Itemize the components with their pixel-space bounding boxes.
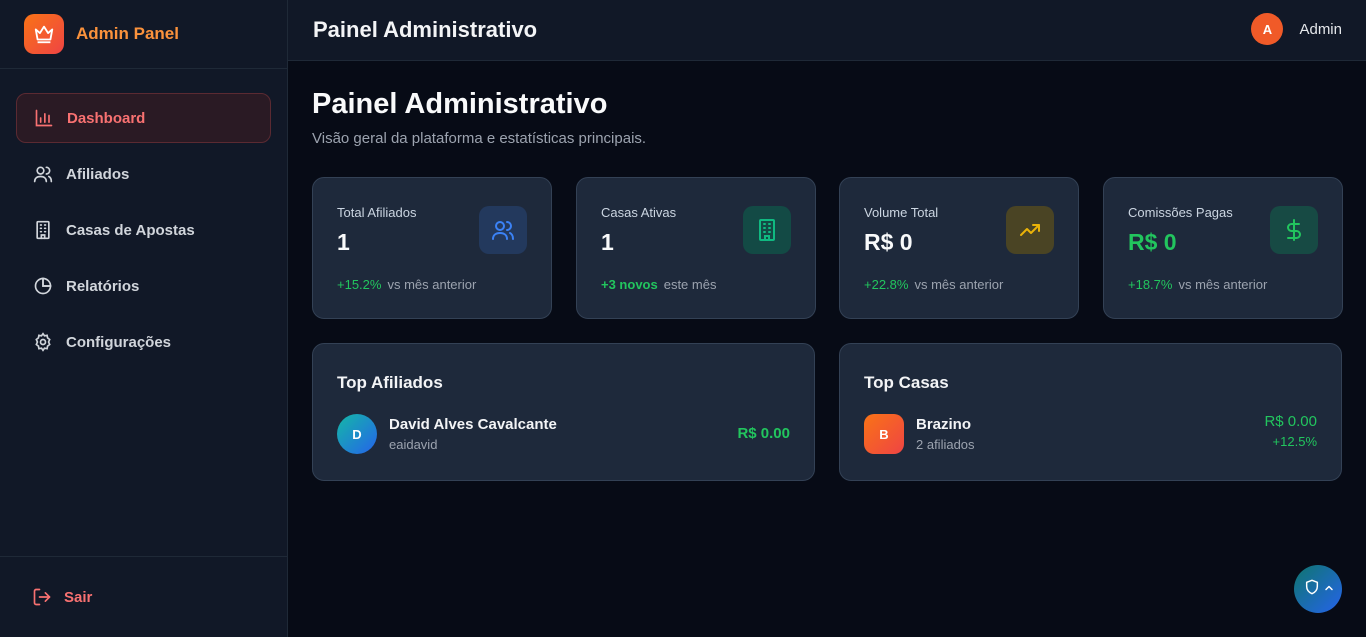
sidebar-nav: Dashboard Afiliados Casas de Apostas Rel… — [0, 69, 287, 367]
house-affiliates: 2 afiliados — [916, 437, 975, 452]
users-icon — [479, 206, 527, 254]
user-menu[interactable]: A Admin — [1251, 13, 1342, 45]
stat-footer: +18.7% vs mês anterior — [1128, 277, 1267, 292]
stat-delta: +3 novos — [601, 277, 658, 292]
bar-chart-icon — [34, 108, 54, 128]
building-icon — [33, 220, 53, 240]
logout-label: Sair — [64, 588, 93, 606]
sidebar-item-casas-de-apostas[interactable]: Casas de Apostas — [16, 205, 271, 255]
list-item[interactable]: B Brazino 2 afiliados R$ 0.00 +12.5% — [864, 413, 1317, 454]
top-panels: Top Afiliados D David Alves Cavalcante e… — [312, 343, 1342, 481]
page-title: Painel Administrativo — [312, 88, 608, 120]
stat-note: vs mês anterior — [914, 277, 1004, 292]
sidebar-item-configuracoes[interactable]: Configurações — [16, 317, 271, 367]
panel-title: Top Afiliados — [337, 373, 443, 392]
sidebar-item-dashboard[interactable]: Dashboard — [16, 93, 271, 143]
dollar-icon — [1270, 206, 1318, 254]
stat-card-volume-total: Volume Total R$ 0 +22.8% vs mês anterior — [839, 177, 1079, 319]
stat-delta: +15.2% — [337, 277, 382, 292]
sidebar-item-label: Dashboard — [67, 109, 146, 127]
floating-action-button[interactable] — [1294, 565, 1342, 613]
main-content: Painel Administrativo Visão geral da pla… — [312, 61, 1343, 481]
gear-icon — [33, 332, 53, 352]
house-name: Brazino — [916, 416, 972, 433]
stat-delta: +22.8% — [864, 277, 909, 292]
header-title: Painel Administrativo — [313, 17, 538, 42]
avatar: A — [1251, 13, 1284, 45]
stat-card-comissoes-pagas: Comissões Pagas R$ 0 +18.7% vs mês anteri… — [1103, 177, 1343, 319]
chevron-up-icon — [1323, 581, 1335, 599]
sidebar: Admin Panel Dashboard Afiliados Casas de… — [0, 0, 288, 637]
stat-note: vs mês anterior — [1178, 277, 1268, 292]
panel-title: Top Casas — [864, 373, 949, 392]
users-icon — [33, 164, 53, 184]
page-subtitle: Visão geral da plataforma e estatísticas… — [312, 130, 647, 147]
sidebar-item-relatorios[interactable]: Relatórios — [16, 261, 271, 311]
list-item-text: Brazino 2 afiliados — [916, 416, 975, 452]
topbar: Painel Administrativo A Admin — [288, 0, 1366, 61]
logout-icon — [32, 587, 52, 607]
avatar: B — [864, 414, 904, 454]
house-metrics: R$ 0.00 +12.5% — [1264, 413, 1317, 449]
affiliate-name: David Alves Cavalcante — [389, 416, 557, 433]
stat-footer: +15.2% vs mês anterior — [337, 277, 476, 292]
house-growth: +12.5% — [1272, 434, 1317, 449]
avatar: D — [337, 414, 377, 454]
top-casas-panel: Top Casas B Brazino 2 afiliados R$ 0.00 … — [839, 343, 1342, 481]
stat-note: vs mês anterior — [387, 277, 477, 292]
trending-up-icon — [1006, 206, 1054, 254]
house-amount: R$ 0.00 — [1264, 413, 1317, 430]
shield-icon — [1304, 579, 1320, 600]
sidebar-item-label: Casas de Apostas — [66, 221, 195, 239]
brand-title: Admin Panel — [76, 24, 179, 43]
stat-card-casas-ativas: Casas Ativas 1 +3 novos este mês — [576, 177, 816, 319]
crown-icon — [24, 14, 64, 54]
building-icon — [743, 206, 791, 254]
user-name: Admin — [1299, 20, 1342, 38]
pie-chart-icon — [33, 276, 53, 296]
brand: Admin Panel — [0, 0, 287, 69]
stats-grid: Total Afiliados 1 +15.2% vs mês anterior … — [312, 177, 1343, 319]
sidebar-item-label: Configurações — [66, 333, 172, 351]
list-item-text: David Alves Cavalcante eaidavid — [389, 416, 557, 452]
sidebar-item-label: Afiliados — [66, 165, 130, 183]
stat-footer: +3 novos este mês — [601, 277, 716, 292]
stat-note: este mês — [663, 277, 717, 292]
top-afiliados-panel: Top Afiliados D David Alves Cavalcante e… — [312, 343, 815, 481]
stat-footer: +22.8% vs mês anterior — [864, 277, 1003, 292]
affiliate-amount: R$ 0.00 — [737, 425, 790, 442]
sidebar-item-label: Relatórios — [66, 277, 140, 295]
affiliate-handle: eaidavid — [389, 437, 438, 452]
stat-delta: +18.7% — [1128, 277, 1173, 292]
stat-card-total-afiliados: Total Afiliados 1 +15.2% vs mês anterior — [312, 177, 552, 319]
logout-button[interactable]: Sair — [0, 556, 287, 637]
list-item[interactable]: D David Alves Cavalcante eaidavid R$ 0.0… — [337, 414, 790, 454]
sidebar-item-afiliados[interactable]: Afiliados — [16, 149, 271, 199]
